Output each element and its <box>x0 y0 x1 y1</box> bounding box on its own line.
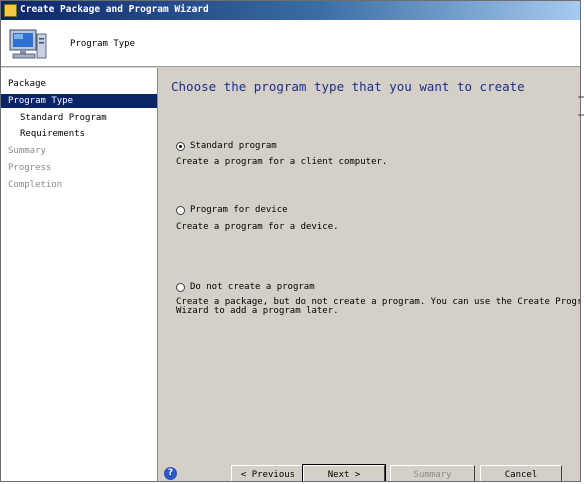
computer-icon <box>9 29 47 59</box>
do-not-create-program-label[interactable]: Do not create a program <box>190 282 315 292</box>
sidebar-item-package[interactable]: Package <box>1 77 157 91</box>
program-for-device-description: Create a program for a device. <box>176 222 339 232</box>
wizard-header: Program Type <box>1 20 580 67</box>
section-heading: Choose the program type that you want to… <box>171 79 525 94</box>
previous-button[interactable]: < Previous <box>231 465 305 481</box>
standard-program-label[interactable]: Standard program <box>190 141 277 151</box>
standard-program-description: Create a program for a client computer. <box>176 157 388 167</box>
scroll-arrow-icon <box>578 96 584 116</box>
sidebar-item-requirements[interactable]: Requirements <box>1 127 157 141</box>
package-icon <box>4 4 17 17</box>
cancel-button[interactable]: Cancel <box>480 465 562 481</box>
main-panel: Choose the program type that you want to… <box>159 68 580 463</box>
sidebar-item-completion: Completion <box>8 180 63 190</box>
standard-program-radio[interactable] <box>176 142 185 151</box>
do-not-create-program-radio[interactable] <box>176 283 185 292</box>
program-for-device-radio[interactable] <box>176 206 185 215</box>
title-bar[interactable]: Create Package and Program Wizard <box>1 1 580 20</box>
program-for-device-label[interactable]: Program for device <box>190 205 288 215</box>
wizard-footer: ? < Previous Next > Summary Cancel <box>159 463 580 481</box>
window-title: Create Package and Program Wizard <box>20 4 209 15</box>
do-not-create-program-description-line-2: Wizard to add a program later. <box>176 306 339 316</box>
sidebar-item-progress: Progress <box>8 163 52 173</box>
page-title: Program Type <box>70 39 136 49</box>
sidebar-item-program-type[interactable]: Program Type <box>1 94 157 108</box>
sidebar-item-summary: Summary <box>8 146 46 156</box>
summary-button: Summary <box>390 465 475 481</box>
help-icon[interactable]: ? <box>164 467 177 480</box>
wizard-window: Create Package and Program Wizard Progra… <box>0 0 581 482</box>
next-button[interactable]: Next > <box>302 464 386 481</box>
sidebar-item-standard-program[interactable]: Standard Program <box>1 111 157 125</box>
wizard-step-list: Package Program Type Standard Program Re… <box>1 68 158 481</box>
